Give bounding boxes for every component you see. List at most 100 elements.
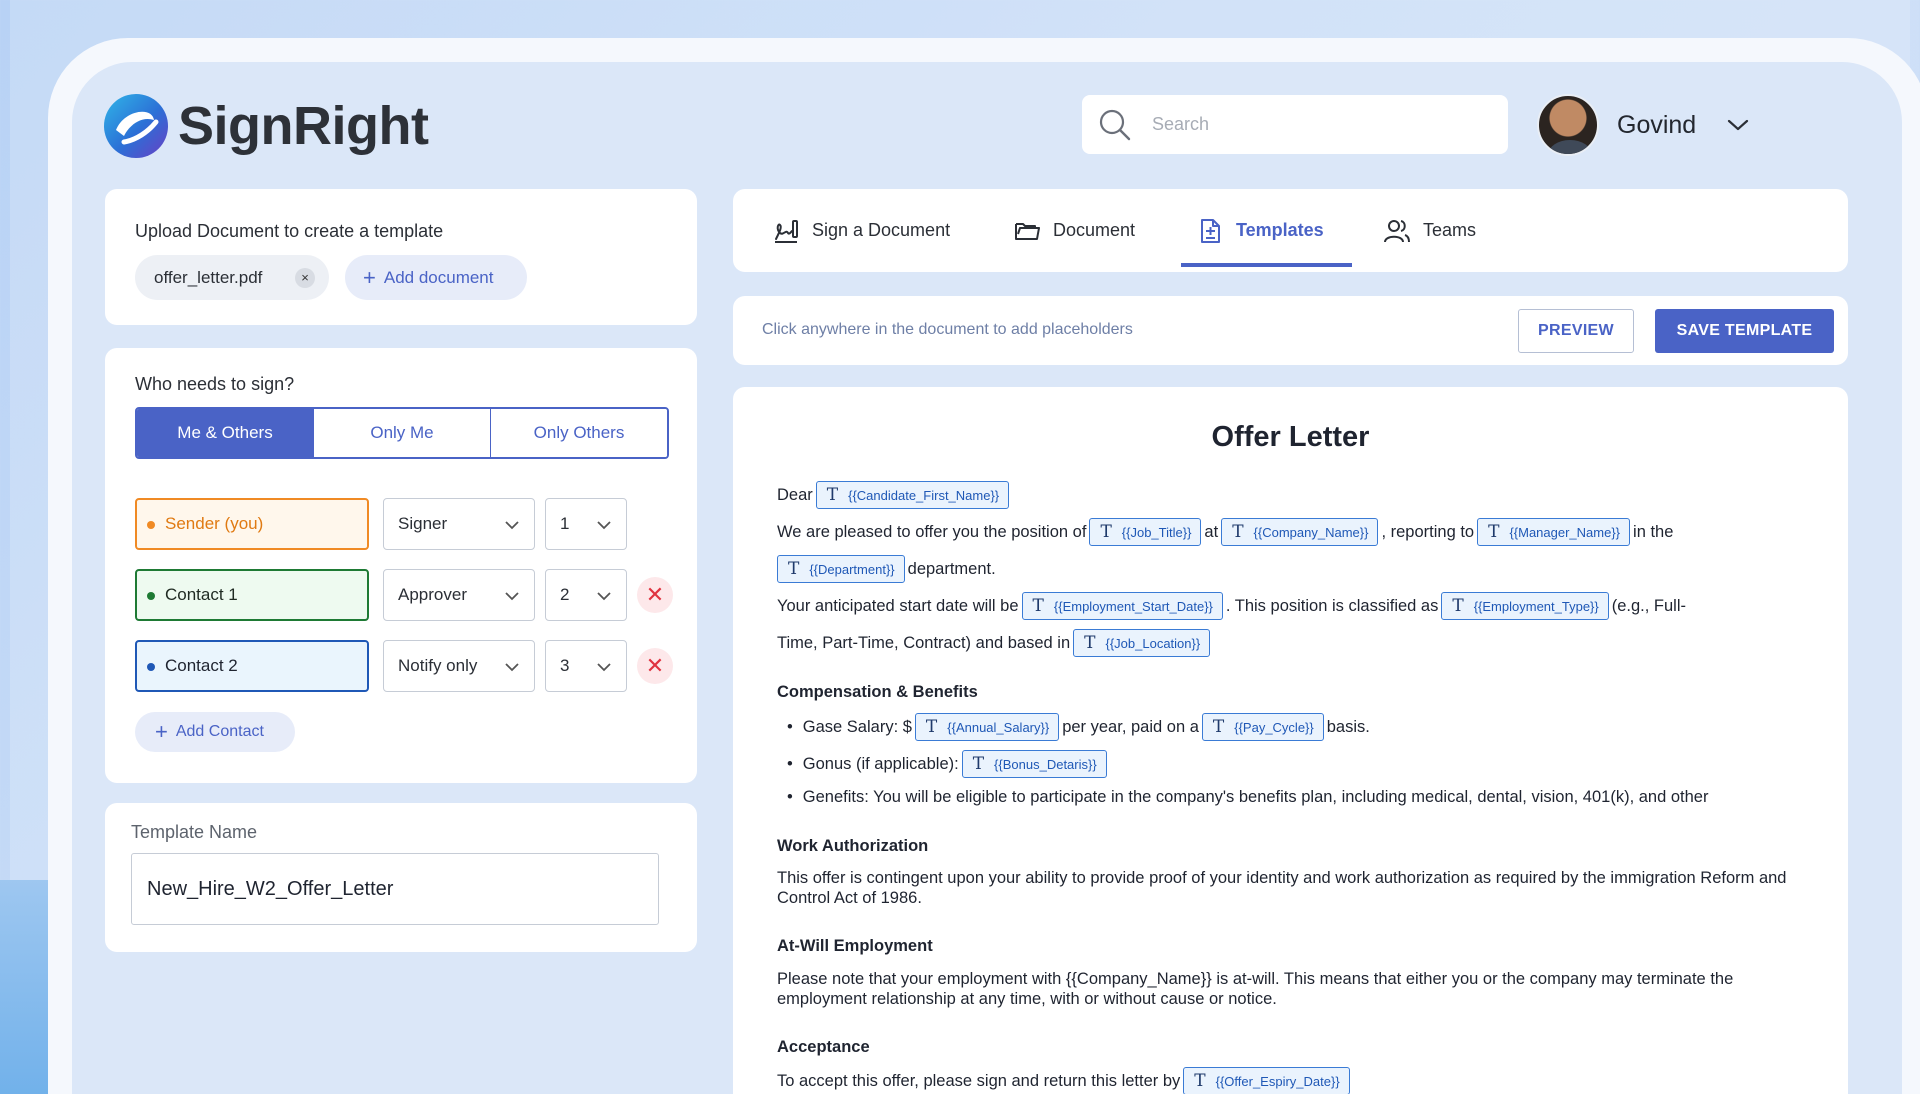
remove-contact-button[interactable]: ✕ bbox=[637, 648, 673, 684]
doc-paragraph: Please note that your employment with {{… bbox=[777, 970, 1734, 1008]
add-document-label: Add document bbox=[383, 267, 494, 287]
remove-contact-button[interactable]: ✕ bbox=[637, 577, 673, 613]
text-placeholder-icon: T bbox=[1084, 633, 1096, 653]
placeholder-field[interactable]: T {{Department}} bbox=[777, 555, 905, 583]
placeholder-label: {{Bonus_Detaris}} bbox=[994, 756, 1097, 772]
chevron-down-icon bbox=[597, 521, 611, 530]
list-item: Genefits: You will be eligible to partic… bbox=[787, 788, 1709, 807]
doc-text: We are pleased to offer you the position… bbox=[777, 522, 1087, 541]
document-canvas[interactable]: Offer Letter Dear T {{Candidate_First_Nam… bbox=[733, 387, 1848, 1106]
save-template-button[interactable]: SAVE TEMPLATE bbox=[1655, 309, 1834, 353]
chevron-down-icon[interactable] bbox=[1726, 113, 1750, 137]
signer-name-field[interactable]: Contact 2 bbox=[135, 640, 369, 692]
mode-only-me[interactable]: Only Me bbox=[313, 409, 490, 457]
doc-text: Genefits: You will be eligible to partic… bbox=[802, 788, 1709, 806]
add-contact-button[interactable]: + Add Contact bbox=[135, 712, 295, 752]
mode-me-and-others[interactable]: Me & Others bbox=[137, 409, 313, 457]
search-box[interactable] bbox=[1082, 95, 1508, 154]
text-placeholder-icon: T bbox=[1488, 522, 1500, 542]
placeholder-field[interactable]: T {{Candidate_First_Name}} bbox=[815, 481, 1010, 509]
logo-mark-icon bbox=[104, 94, 168, 158]
search-input[interactable] bbox=[1152, 114, 1472, 135]
section-heading: Work Authorization bbox=[777, 837, 929, 855]
add-document-button[interactable]: + Add document bbox=[345, 255, 527, 300]
role-select[interactable]: Signer bbox=[383, 498, 535, 550]
signer-name-field[interactable]: Contact 1 bbox=[135, 569, 369, 621]
tab-teams[interactable]: Teams bbox=[1383, 189, 1476, 272]
app-logo[interactable]: SignRight bbox=[102, 92, 429, 160]
placeholder-field[interactable]: T {{Bonus_Detaris}} bbox=[961, 750, 1107, 778]
text-placeholder-icon: T bbox=[1452, 596, 1464, 616]
doc-text: basis. bbox=[1326, 717, 1370, 736]
doc-text: Time, Part-Time, Contract) and based in bbox=[777, 633, 1071, 652]
doc-text: Gase Salary: $ bbox=[802, 717, 912, 736]
bottom-edge bbox=[0, 1094, 1920, 1106]
tab-document[interactable]: Document bbox=[1013, 189, 1135, 272]
doc-text: department. bbox=[907, 559, 996, 578]
template-name-input[interactable] bbox=[131, 853, 659, 925]
doc-text: Your anticipated start date will be bbox=[777, 596, 1019, 615]
text-placeholder-icon: T bbox=[788, 559, 800, 579]
upload-card: Upload Document to create a template off… bbox=[105, 189, 697, 325]
placeholder-field[interactable]: T {{Annual_Salary}} bbox=[914, 713, 1060, 741]
text-placeholder-icon: T bbox=[1212, 717, 1225, 737]
mode-only-others[interactable]: Only Others bbox=[490, 409, 667, 457]
text-placeholder-icon: T bbox=[1194, 1071, 1206, 1091]
placeholder-field[interactable]: T {{Company_Name}} bbox=[1221, 518, 1379, 546]
placeholder-field[interactable]: T {{Pay_Cycle}} bbox=[1201, 713, 1324, 741]
text-placeholder-icon: T bbox=[1032, 596, 1044, 616]
preview-button[interactable]: PREVIEW bbox=[1518, 309, 1634, 353]
role-select[interactable]: Approver bbox=[383, 569, 535, 621]
doc-text: Gonus (if applicable): bbox=[802, 754, 959, 773]
template-toolbar: Click anywhere in the document to add pl… bbox=[733, 296, 1848, 365]
doc-text: Dear bbox=[777, 485, 813, 504]
doc-text: . This position is classified as bbox=[1225, 596, 1439, 615]
placeholder-field[interactable]: T {{Job_Title}} bbox=[1089, 518, 1202, 546]
plus-icon: + bbox=[363, 264, 376, 290]
order-select[interactable]: 1 bbox=[545, 498, 627, 550]
doc-paragraph: This offer is contingent upon your abili… bbox=[777, 869, 1787, 907]
avatar[interactable] bbox=[1537, 94, 1599, 156]
placeholder-field[interactable]: T {{Offer_Espiry_Date}} bbox=[1183, 1067, 1350, 1095]
placeholder-field[interactable]: T {{Manager_Name}} bbox=[1477, 518, 1631, 546]
search-icon bbox=[1099, 109, 1131, 140]
doc-line: T {{Department}} department. bbox=[774, 555, 996, 583]
placeholder-hint: Click anywhere in the document to add pl… bbox=[762, 321, 1133, 338]
main-tabs: Sign a Document Document Templates Teams bbox=[733, 189, 1848, 272]
signer-name-field[interactable]: Sender (you) bbox=[135, 498, 369, 550]
order-value: 2 bbox=[560, 585, 570, 604]
placeholder-label: {{Pay_Cycle}} bbox=[1234, 719, 1314, 735]
chevron-down-icon bbox=[597, 592, 611, 601]
chevron-down-icon bbox=[505, 592, 519, 601]
placeholder-field[interactable]: T {{Job_Location}} bbox=[1073, 629, 1211, 657]
users-icon bbox=[1384, 219, 1410, 242]
file-chip[interactable]: offer_letter.pdf × bbox=[135, 255, 329, 300]
placeholder-label: {{Manager_Name}} bbox=[1509, 524, 1621, 540]
placeholder-field[interactable]: T {{Employment_Start_Date}} bbox=[1021, 592, 1223, 620]
background-strip bbox=[0, 880, 48, 1106]
placeholder-field[interactable]: T {{Employment_Type}} bbox=[1441, 592, 1609, 620]
role-select[interactable]: Notify only bbox=[383, 640, 535, 692]
doc-text: To accept this offer, please sign and re… bbox=[777, 1071, 1181, 1090]
doc-text: in the bbox=[1633, 522, 1674, 541]
placeholder-label: {{Job_Location}} bbox=[1105, 635, 1201, 651]
status-dot bbox=[147, 521, 155, 529]
tab-sign-a-document[interactable]: Sign a Document bbox=[772, 189, 950, 272]
template-name-card: Template Name bbox=[105, 803, 697, 952]
order-select[interactable]: 2 bbox=[545, 569, 627, 621]
placeholder-label: {{Employment_Start_Date}} bbox=[1053, 598, 1213, 614]
placeholder-label: {{Candidate_First_Name}} bbox=[848, 487, 1000, 503]
text-placeholder-icon: T bbox=[826, 485, 839, 505]
list-item: Gonus (if applicable): T {{Bonus_Detaris}… bbox=[787, 750, 1110, 778]
doc-line: Time, Part-Time, Contract) and based in … bbox=[777, 629, 1213, 657]
user-name: Govind bbox=[1617, 110, 1697, 139]
placeholder-label: {{Department}} bbox=[809, 561, 895, 577]
section-heading: At-Will Employment bbox=[777, 937, 933, 955]
document-title: Offer Letter bbox=[1211, 421, 1370, 453]
add-contact-label: Add Contact bbox=[175, 723, 264, 740]
order-select[interactable]: 3 bbox=[545, 640, 627, 692]
tab-templates[interactable]: Templates bbox=[1196, 189, 1324, 272]
user-menu[interactable]: Govind bbox=[1537, 94, 1750, 156]
close-icon[interactable]: × bbox=[295, 268, 315, 288]
text-placeholder-icon: T bbox=[925, 717, 938, 737]
